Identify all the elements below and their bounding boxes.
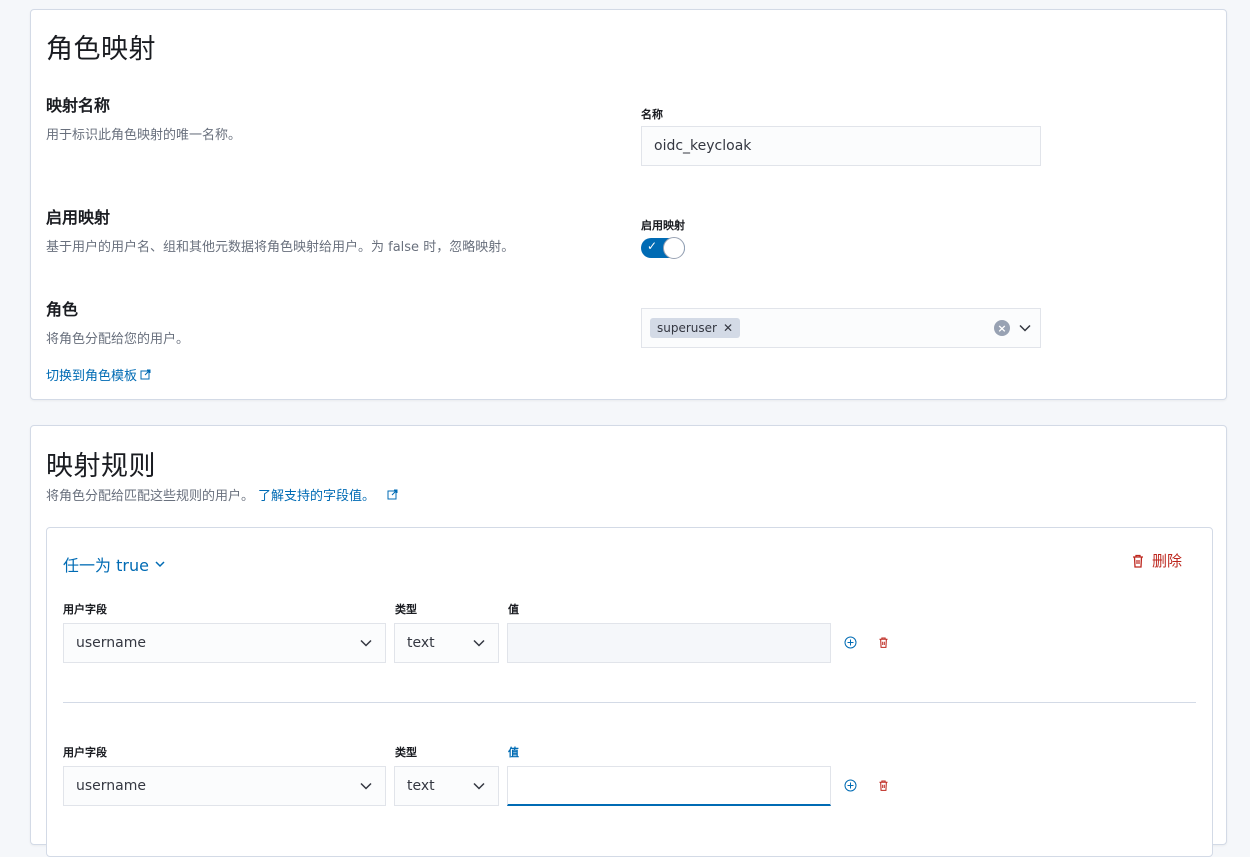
type-select[interactable]: text xyxy=(394,766,499,806)
user-field-select[interactable]: username xyxy=(63,623,386,663)
mapping-rules-description: 将角色分配给匹配这些规则的用户。 xyxy=(46,489,255,504)
roles-description: 将角色分配给您的用户。 xyxy=(46,332,190,347)
chevron-down-icon xyxy=(473,782,485,790)
role-badge-label: superuser xyxy=(657,321,717,335)
type-label: 类型 xyxy=(395,746,417,759)
mapping-name-title: 映射名称 xyxy=(46,96,111,115)
toggle-knob xyxy=(663,237,685,259)
rule-group-selector[interactable]: 任一为 true xyxy=(63,552,166,576)
switch-to-role-template-link[interactable]: 切换到角色模板 xyxy=(46,365,151,384)
role-badge-superuser: superuser ✕ xyxy=(650,318,741,338)
name-input[interactable]: oidc_keycloak xyxy=(641,126,1041,166)
type-select-value: text xyxy=(407,778,435,794)
chevron-down-icon xyxy=(473,639,485,647)
roles-selected-list: superuser ✕ xyxy=(650,318,994,338)
external-link-icon xyxy=(387,489,398,500)
user-field-label: 用户字段 xyxy=(63,603,107,616)
add-rule-icon[interactable] xyxy=(844,779,857,792)
delete-rule-icon[interactable] xyxy=(877,779,890,792)
add-rule-icon[interactable] xyxy=(844,636,857,649)
chevron-down-icon[interactable] xyxy=(1018,321,1032,335)
mapping-rules-panel: 映射规则 将角色分配给匹配这些规则的用户。 了解支持的字段值。 任一为 true… xyxy=(30,425,1227,857)
name-field-label: 名称 xyxy=(641,108,663,121)
trash-icon xyxy=(1133,554,1143,568)
enable-mapping-title: 启用映射 xyxy=(46,208,111,227)
delete-group-button[interactable]: 删除 xyxy=(1130,550,1182,571)
mapping-name-description: 用于标识此角色映射的唯一名称。 xyxy=(46,128,242,143)
rule-divider xyxy=(63,702,1196,703)
learn-field-values-link[interactable]: 了解支持的字段值。 xyxy=(258,485,375,504)
enable-mapping-toggle[interactable]: ✓ xyxy=(641,237,685,259)
user-field-select[interactable]: username xyxy=(63,766,386,806)
type-label: 类型 xyxy=(395,603,417,616)
chevron-down-icon xyxy=(360,639,372,647)
name-input-value: oidc_keycloak xyxy=(654,138,752,154)
page-title: 角色映射 xyxy=(46,34,156,65)
enable-mapping-label: 启用映射 xyxy=(641,219,685,232)
delete-rule-icon[interactable] xyxy=(877,636,890,649)
chevron-down-icon xyxy=(155,561,165,568)
switch-link-text: 切换到角色模板 xyxy=(46,369,138,384)
external-link-icon xyxy=(140,369,151,380)
remove-badge-icon[interactable]: ✕ xyxy=(723,321,733,335)
value-label: 值 xyxy=(508,746,519,759)
value-input-focused[interactable] xyxy=(507,766,831,806)
mapping-rules-description-row: 将角色分配给匹配这些规则的用户。 了解支持的字段值。 xyxy=(46,485,398,504)
chevron-down-icon xyxy=(360,782,372,790)
role-mapping-panel: 角色映射 映射名称 用于标识此角色映射的唯一名称。 名称 oidc_keyclo… xyxy=(30,9,1227,400)
value-label: 值 xyxy=(508,603,519,616)
user-field-label: 用户字段 xyxy=(63,746,107,759)
user-field-select-value: username xyxy=(76,778,146,794)
roles-combobox[interactable]: superuser ✕ × xyxy=(641,308,1041,348)
value-input[interactable] xyxy=(507,623,831,663)
clear-selection-icon[interactable]: × xyxy=(994,320,1010,336)
rule-group-selector-label: 任一为 true xyxy=(63,556,149,575)
rule-group-panel: 任一为 true 删除 用户字段 类型 值 username text 用户字段… xyxy=(46,527,1213,857)
enable-mapping-description: 基于用户的用户名、组和其他元数据将角色映射给用户。为 false 时，忽略映射。 xyxy=(46,240,515,255)
user-field-select-value: username xyxy=(76,635,146,651)
type-select-value: text xyxy=(407,635,435,651)
delete-label: 删除 xyxy=(1152,552,1183,570)
type-select[interactable]: text xyxy=(394,623,499,663)
check-icon: ✓ xyxy=(647,239,658,253)
roles-title: 角色 xyxy=(46,300,79,319)
mapping-rules-title: 映射规则 xyxy=(46,451,156,482)
